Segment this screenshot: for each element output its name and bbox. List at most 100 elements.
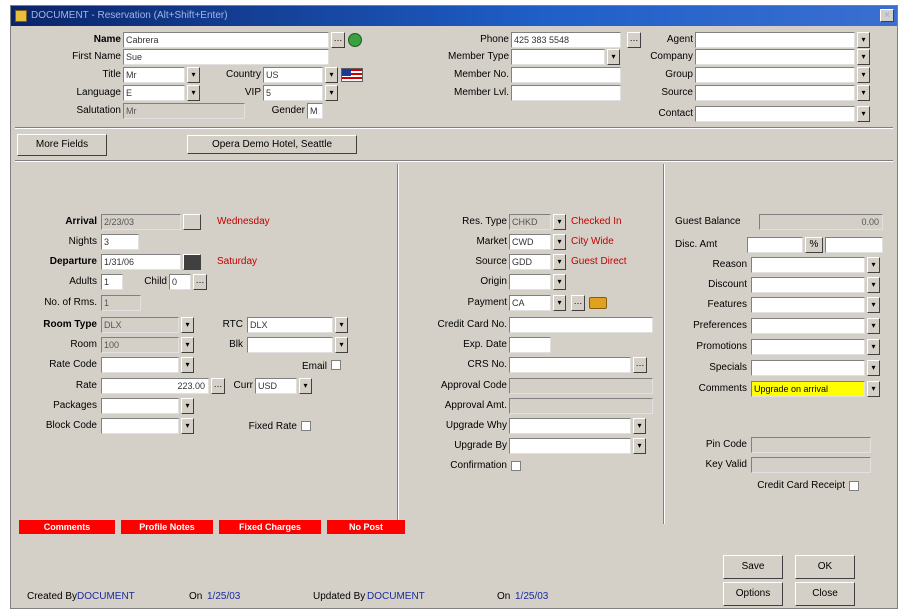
reason-input[interactable] (751, 257, 865, 273)
upgrade-by-dropdown-icon[interactable]: ▾ (633, 438, 646, 454)
rate-code-dropdown-icon[interactable]: ▾ (181, 357, 194, 373)
close-button[interactable]: Close (795, 582, 855, 606)
payment-lookup-button[interactable]: … (571, 295, 585, 311)
credit-card-no-input[interactable] (509, 317, 653, 333)
pin-code-input[interactable] (751, 437, 871, 453)
save-button[interactable]: Save (723, 555, 783, 579)
upgrade-by-input[interactable] (509, 438, 631, 454)
member-type-dropdown-icon[interactable]: ▾ (607, 49, 620, 65)
blk-dropdown-icon[interactable]: ▾ (335, 337, 348, 353)
exp-date-input[interactable] (509, 337, 551, 353)
source-profile-input[interactable] (695, 85, 855, 101)
tab-comments[interactable]: Comments (19, 520, 115, 534)
preferences-dropdown-icon[interactable]: ▾ (867, 318, 880, 334)
res-type-input[interactable]: CHKD (509, 214, 551, 230)
name-input[interactable]: Cabrera (123, 32, 329, 48)
fixed-rate-checkbox[interactable] (301, 421, 311, 431)
arrival-calendar-icon[interactable] (183, 214, 201, 230)
opera-demo-hotel-button[interactable]: Opera Demo Hotel, Seattle (187, 135, 357, 154)
packages-input[interactable] (101, 398, 179, 414)
agent-dropdown-icon[interactable]: ▾ (857, 32, 870, 48)
specials-dropdown-icon[interactable]: ▾ (867, 360, 880, 376)
departure-calendar-icon[interactable] (183, 254, 201, 270)
first-name-input[interactable]: Sue (123, 49, 329, 65)
discount-dropdown-icon[interactable]: ▾ (867, 277, 880, 293)
room-type-input[interactable]: DLX (101, 317, 179, 333)
member-type-input[interactable] (511, 49, 605, 65)
company-dropdown-icon[interactable]: ▾ (857, 49, 870, 65)
room-dropdown-icon[interactable]: ▾ (181, 337, 194, 353)
features-dropdown-icon[interactable]: ▾ (867, 297, 880, 313)
rtc-dropdown-icon[interactable]: ▾ (335, 317, 348, 333)
block-code-input[interactable] (101, 418, 179, 434)
ok-button[interactable]: OK (795, 555, 855, 579)
group-input[interactable] (695, 67, 855, 83)
gender-input[interactable]: M (307, 103, 323, 119)
approval-code-input[interactable] (509, 378, 653, 394)
promotions-dropdown-icon[interactable]: ▾ (867, 339, 880, 355)
tab-no-post[interactable]: No Post (327, 520, 405, 534)
tab-profile-notes[interactable]: Profile Notes (121, 520, 213, 534)
member-no-input[interactable] (511, 67, 621, 83)
credit-card-receipt-checkbox[interactable] (849, 481, 859, 491)
origin-dropdown-icon[interactable]: ▾ (553, 274, 566, 290)
res-type-dropdown-icon[interactable]: ▾ (553, 214, 566, 230)
disc-percent-input[interactable] (825, 237, 883, 253)
specials-input[interactable] (751, 360, 865, 376)
country-input[interactable]: US (263, 67, 323, 83)
discount-input[interactable] (751, 277, 865, 293)
contact-input[interactable] (695, 106, 855, 122)
features-input[interactable] (751, 297, 865, 313)
vip-dropdown-icon[interactable]: ▾ (325, 85, 338, 101)
comments-dropdown-icon[interactable]: ▾ (867, 381, 880, 397)
title-dropdown-icon[interactable]: ▾ (187, 67, 200, 83)
curr-dropdown-icon[interactable]: ▾ (299, 378, 312, 394)
title-input[interactable]: Mr (123, 67, 185, 83)
confirmation-checkbox[interactable] (511, 461, 521, 471)
member-lvl-input[interactable] (511, 85, 621, 101)
approval-amt-input[interactable] (509, 398, 653, 414)
disc-amt-input[interactable] (747, 237, 803, 253)
source-input[interactable]: GDD (509, 254, 551, 270)
more-fields-button[interactable]: More Fields (17, 134, 107, 156)
preferences-input[interactable] (751, 318, 865, 334)
credit-card-swipe-icon[interactable] (589, 297, 607, 309)
reason-dropdown-icon[interactable]: ▾ (867, 257, 880, 273)
rate-input[interactable]: 223.00 (101, 378, 209, 394)
profile-globe-icon[interactable] (348, 33, 362, 47)
curr-input[interactable]: USD (255, 378, 297, 394)
company-input[interactable] (695, 49, 855, 65)
market-input[interactable]: CWD (509, 234, 551, 250)
country-dropdown-icon[interactable]: ▾ (325, 67, 338, 83)
payment-dropdown-icon[interactable]: ▾ (553, 295, 566, 311)
vip-input[interactable]: 5 (263, 85, 323, 101)
email-checkbox[interactable] (331, 360, 341, 370)
close-window-button[interactable]: × (880, 9, 894, 22)
child-ages-button[interactable]: … (193, 274, 207, 290)
room-input[interactable]: 100 (101, 337, 179, 353)
name-lookup-button[interactable]: … (331, 32, 345, 48)
room-type-dropdown-icon[interactable]: ▾ (181, 317, 194, 333)
adults-input[interactable]: 1 (101, 274, 123, 290)
comments-input[interactable]: Upgrade on arrival (751, 381, 865, 397)
block-code-dropdown-icon[interactable]: ▾ (181, 418, 194, 434)
source-dropdown-icon[interactable]: ▾ (553, 254, 566, 270)
tab-fixed-charges[interactable]: Fixed Charges (219, 520, 321, 534)
salutation-input[interactable]: Mr (123, 103, 245, 119)
group-dropdown-icon[interactable]: ▾ (857, 67, 870, 83)
blk-input[interactable] (247, 337, 333, 353)
origin-input[interactable] (509, 274, 551, 290)
phone-input[interactable]: 425 383 5548 (511, 32, 621, 48)
agent-input[interactable] (695, 32, 855, 48)
crs-no-input[interactable] (509, 357, 631, 373)
promotions-input[interactable] (751, 339, 865, 355)
phone-lookup-button[interactable]: … (627, 32, 641, 48)
contact-dropdown-icon[interactable]: ▾ (857, 106, 870, 122)
no-of-rooms-input[interactable]: 1 (101, 295, 141, 311)
upgrade-why-input[interactable] (509, 418, 631, 434)
options-button[interactable]: Options (723, 582, 783, 606)
language-input[interactable]: E (123, 85, 185, 101)
key-valid-input[interactable] (751, 457, 871, 473)
rtc-input[interactable]: DLX (247, 317, 333, 333)
nights-input[interactable]: 3 (101, 234, 139, 250)
